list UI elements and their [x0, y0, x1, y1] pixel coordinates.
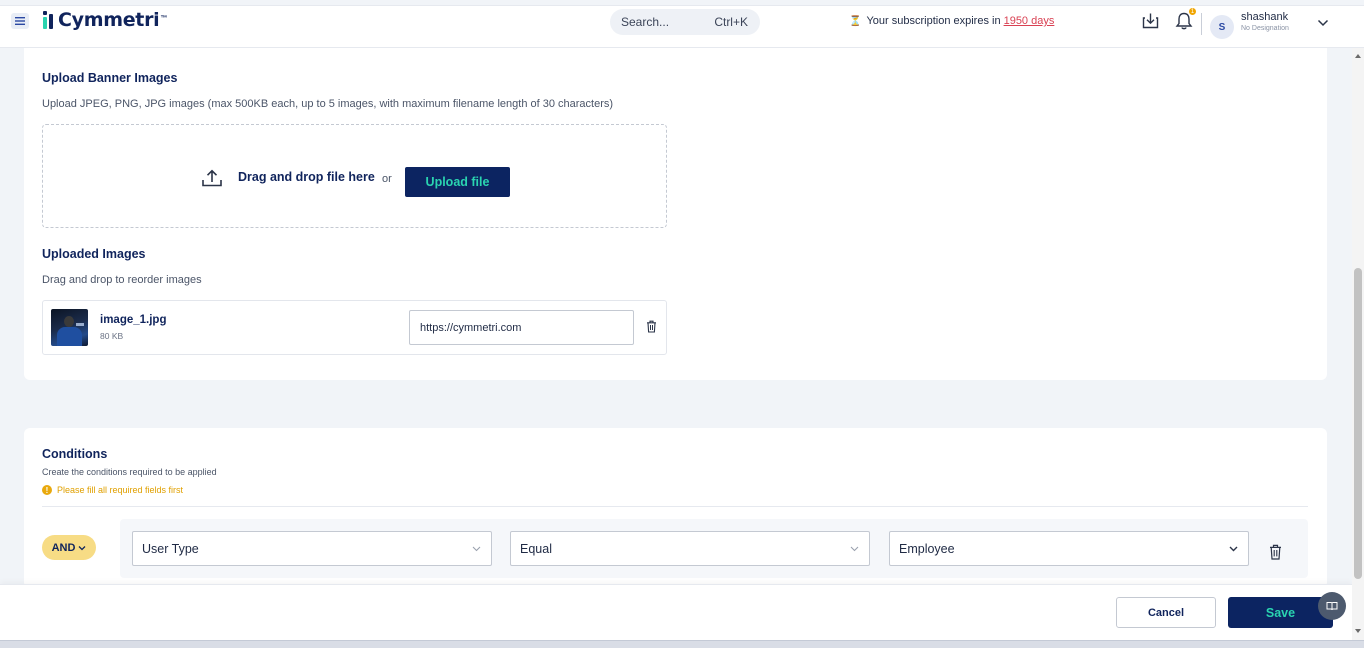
download-icon[interactable] [1142, 12, 1159, 29]
condition-value-select[interactable]: Employee [889, 531, 1249, 566]
subscription-text: Your subscription expires in [866, 15, 1001, 27]
image-file-size: 80 KB [100, 331, 124, 341]
logic-operator-dropdown[interactable]: AND [42, 535, 96, 560]
search-box[interactable]: Search... Ctrl+K [610, 9, 760, 35]
conditions-divider [42, 506, 1308, 507]
delete-image-icon[interactable] [646, 320, 657, 333]
logo-mark-icon [43, 11, 55, 29]
brand-logo[interactable]: Cymmetri ™ [43, 9, 167, 31]
os-taskbar-strip [0, 640, 1364, 648]
brand-name: Cymmetri [58, 9, 160, 31]
hamburger-icon [15, 17, 25, 25]
condition-field-select[interactable]: User Type [132, 531, 492, 566]
cancel-button[interactable]: Cancel [1116, 597, 1216, 628]
condition-field-value: User Type [142, 541, 199, 556]
image-file-name: image_1.jpg [100, 314, 167, 326]
dropzone-or-text: or [382, 173, 392, 185]
scroll-up-arrow-icon[interactable] [1354, 52, 1362, 60]
image-url-input[interactable] [409, 310, 634, 345]
required-fields-warning: ! Please fill all required fields first [42, 485, 183, 495]
dropzone-text: Drag and drop file here [238, 170, 375, 184]
header-divider [1201, 13, 1202, 35]
conditions-description: Create the conditions required to be app… [42, 467, 217, 477]
warning-icon: ! [42, 485, 52, 495]
condition-comparator-value: Equal [520, 541, 552, 556]
chevron-down-icon [1229, 546, 1238, 551]
uploaded-images-title: Uploaded Images [42, 247, 146, 261]
uploaded-images-description: Drag and drop to reorder images [42, 274, 202, 286]
upload-icon [202, 169, 222, 187]
chevron-down-icon [472, 546, 481, 551]
brand-trademark: ™ [160, 14, 168, 22]
delete-condition-icon[interactable] [1269, 544, 1282, 560]
scrollbar-thumb[interactable] [1354, 268, 1362, 579]
chevron-down-icon [850, 546, 859, 551]
image-thumbnail [51, 309, 88, 346]
conditions-title: Conditions [42, 447, 108, 461]
subscription-days-link[interactable]: 1950 days [1004, 15, 1055, 27]
user-name: shashank [1241, 11, 1289, 23]
chevron-down-icon [78, 545, 86, 550]
upload-banner-title: Upload Banner Images [42, 71, 178, 85]
subscription-notice: ⏳ Your subscription expires in 1950 days [849, 15, 1054, 27]
upload-file-button[interactable]: Upload file [405, 167, 510, 197]
upload-banner-description: Upload JPEG, PNG, JPG images (max 500KB … [42, 98, 614, 110]
condition-value-value: Employee [899, 541, 955, 556]
hourglass-icon: ⏳ [849, 15, 862, 27]
menu-toggle-button[interactable] [11, 13, 29, 29]
chevron-down-icon[interactable] [1317, 18, 1329, 28]
book-icon [1326, 602, 1338, 611]
user-avatar[interactable]: S [1210, 15, 1234, 39]
condition-comparator-select[interactable]: Equal [510, 531, 870, 566]
save-button[interactable]: Save [1228, 597, 1333, 628]
search-placeholder: Search... [621, 15, 670, 29]
scroll-down-arrow-icon[interactable] [1354, 627, 1362, 635]
notification-badge: 1 [1188, 7, 1197, 16]
warning-text: Please fill all required fields first [57, 485, 184, 495]
user-designation: No Designation [1241, 25, 1289, 32]
help-floating-button[interactable] [1318, 592, 1346, 620]
search-shortcut: Ctrl+K [714, 15, 748, 29]
logic-operator-label: AND [51, 541, 76, 554]
